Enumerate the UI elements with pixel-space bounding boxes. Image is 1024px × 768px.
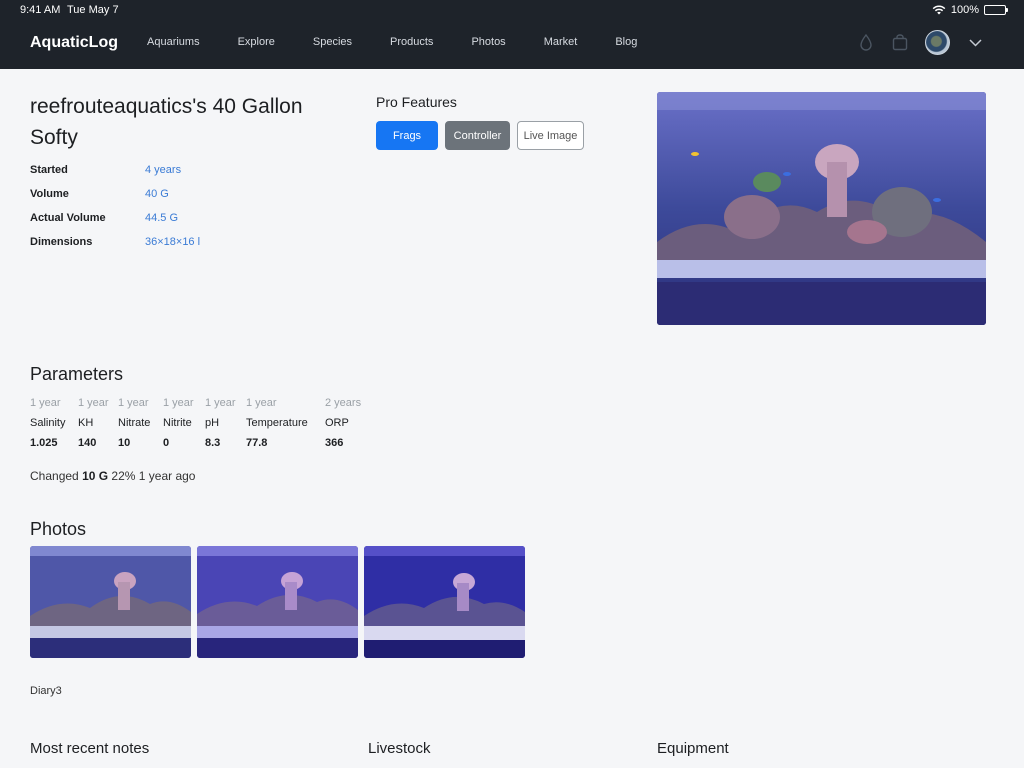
chevron-down-icon[interactable] [966,33,984,53]
changed-suffix: 22% 1 year ago [111,469,196,483]
status-bar: 9:41 AM Tue May 7 100% [0,4,1024,18]
notes-heading: Most recent notes [30,740,150,757]
nav-explore[interactable]: Explore [238,36,275,48]
pro-features-title: Pro Features [376,94,457,110]
info-value[interactable]: 44.5 G [145,212,178,236]
param-value: 0 [163,437,170,449]
photo-thumbnail[interactable] [197,546,358,658]
param-age: 1 year [246,397,277,409]
param-ph[interactable]: 1 year pH 8.3 [205,397,246,455]
info-row-started: Started 4 years [30,164,200,188]
param-name: KH [78,417,94,429]
photo-gallery [30,546,525,658]
param-age: 1 year [78,397,109,409]
nav-blog[interactable]: Blog [615,36,637,48]
info-value[interactable]: 36×18×16 l [145,236,200,260]
changed-amount: 10 G [82,469,109,483]
param-name: Temperature [246,417,308,429]
brand-logo[interactable]: AquaticLog [30,34,118,52]
nav-photos[interactable]: Photos [471,36,505,48]
parameters-list: 1 year Salinity 1.025 1 year KH 140 1 ye… [30,397,375,455]
param-value: 140 [78,437,97,449]
param-nitrate[interactable]: 1 year Nitrate 10 [118,397,163,455]
param-nitrite[interactable]: 1 year Nitrite 0 [163,397,205,455]
photo-caption: Diary3 [30,685,62,697]
nav-icons [857,30,984,55]
tank-info: Started 4 years Volume 40 G Actual Volum… [30,164,200,260]
param-kh[interactable]: 1 year KH 140 [78,397,118,455]
info-label: Actual Volume [30,212,106,224]
info-row-actual-volume: Actual Volume 44.5 G [30,212,200,236]
status-right: 100% [932,4,1008,16]
info-label: Started [30,164,68,176]
info-label: Dimensions [30,236,93,248]
frags-button[interactable]: Frags [376,121,438,150]
top-bar: 9:41 AM Tue May 7 100% AquaticLog Aquari… [0,0,1024,69]
param-name: pH [205,417,220,429]
info-row-volume: Volume 40 G [30,188,200,212]
param-value: 1.025 [30,437,58,449]
param-value: 77.8 [246,437,268,449]
param-name: ORP [325,417,349,429]
aquarium-main-photo[interactable] [657,92,986,325]
livestock-heading: Livestock [368,740,431,757]
photo-thumbnail[interactable] [364,546,525,658]
param-name: Nitrate [118,417,151,429]
water-change-summary: Changed 10 G 22% 1 year ago [30,469,195,483]
param-temperature[interactable]: 1 year Temperature 77.8 [246,397,325,455]
param-orp[interactable]: 2 years ORP 366 [325,397,375,455]
nav-species[interactable]: Species [313,36,352,48]
info-label: Volume [30,188,69,200]
battery-percent: 100% [950,4,979,16]
info-row-dimensions: Dimensions 36×18×16 l [30,236,200,260]
param-name: Nitrite [163,417,192,429]
status-date: Tue May 7 [67,4,119,16]
nav-aquariums[interactable]: Aquariums [147,36,200,48]
param-age: 1 year [205,397,236,409]
param-value: 8.3 [205,437,221,449]
nav-market[interactable]: Market [544,36,578,48]
equipment-heading: Equipment [657,740,729,757]
info-value[interactable]: 4 years [145,164,181,188]
info-value[interactable]: 40 G [145,188,169,212]
photo-thumbnail[interactable] [30,546,191,658]
changed-prefix: Changed [30,469,79,483]
bag-icon[interactable] [891,33,909,53]
param-name: Salinity [30,417,66,429]
param-age: 1 year [30,397,61,409]
wifi-icon [932,5,946,15]
photos-heading: Photos [30,519,87,539]
param-value: 366 [325,437,344,449]
parameters-heading: Parameters [30,364,124,384]
param-age: 1 year [118,397,149,409]
controller-button[interactable]: Controller [445,121,510,150]
live-image-button[interactable]: Live Image [517,121,584,150]
status-time: 9:41 AM [20,4,61,16]
page-title: reefrouteaquatics's 40 Gallon Softy [30,95,303,149]
param-salinity[interactable]: 1 year Salinity 1.025 [30,397,78,455]
param-age: 2 years [325,397,362,409]
pro-features-buttons: Frags Controller Live Image [376,121,584,150]
main-nav: Aquariums Explore Species Products Photo… [147,36,675,48]
battery-icon [984,5,1008,15]
nav-products[interactable]: Products [390,36,433,48]
water-drop-icon[interactable] [857,33,875,53]
param-value: 10 [118,437,131,449]
param-age: 1 year [163,397,194,409]
avatar[interactable] [925,30,950,55]
